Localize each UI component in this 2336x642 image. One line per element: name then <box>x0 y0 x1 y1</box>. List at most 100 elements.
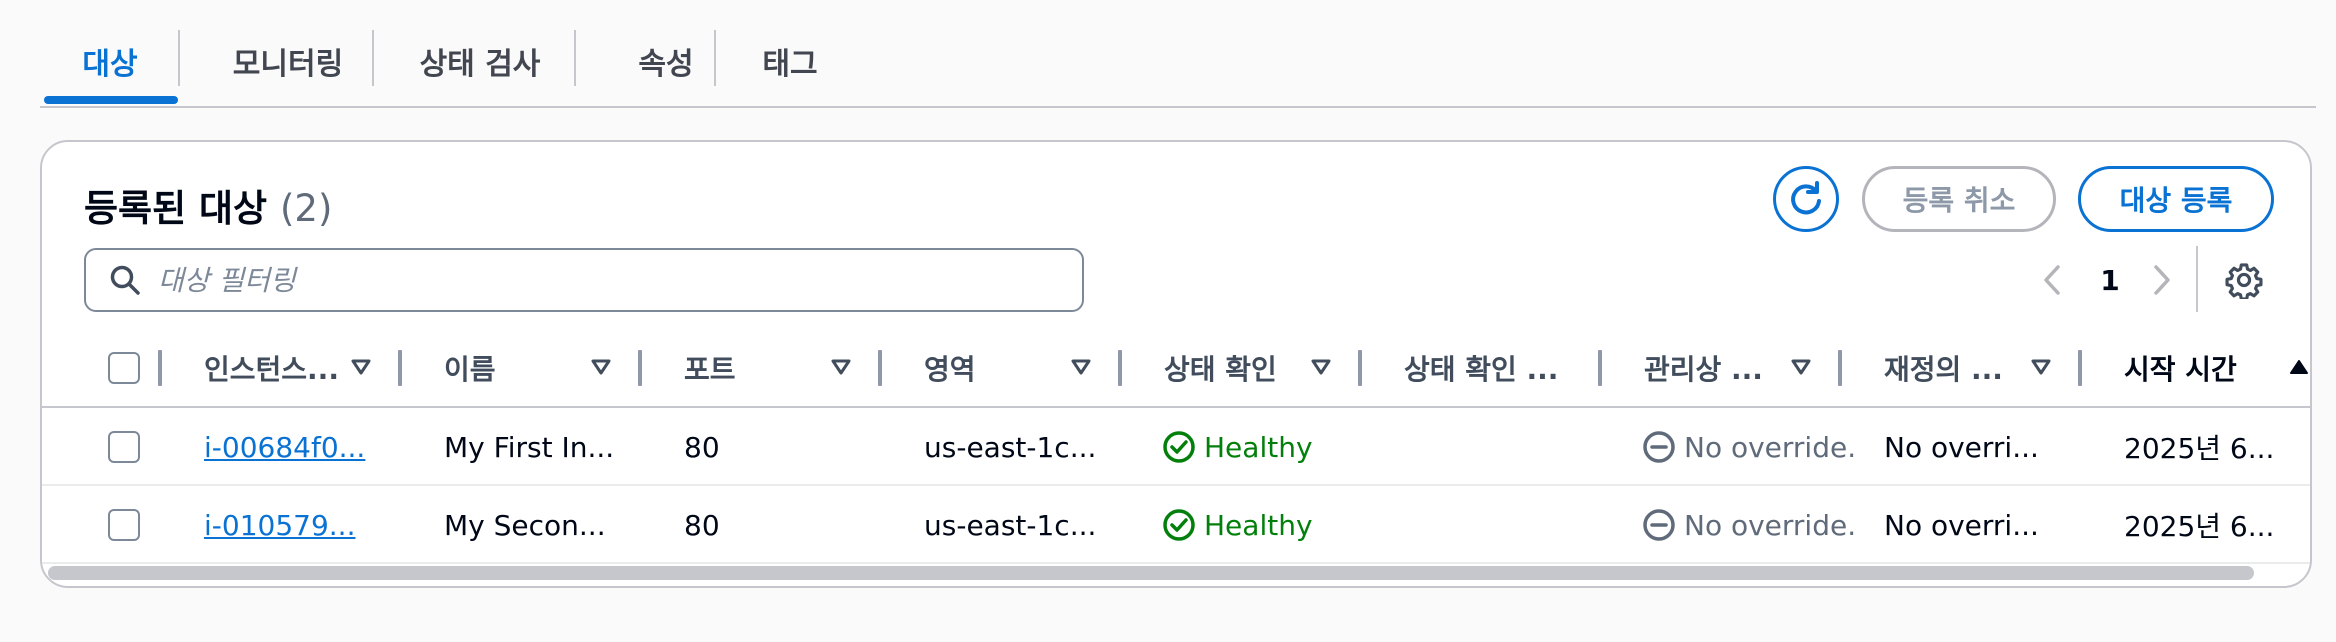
table-row: i-010579... My Secon... 80 us-east-1c...… <box>42 486 2310 564</box>
minus-circle-icon <box>1643 431 1675 463</box>
tab-health-checks[interactable]: 상태 검사 <box>400 38 560 84</box>
port-cell: 80 <box>684 508 720 542</box>
admin-state-cell: No override. <box>1642 486 1856 564</box>
tab-divider <box>714 30 716 86</box>
column-header-instance[interactable]: 인스턴스... <box>204 328 404 408</box>
column-resizer[interactable] <box>1598 350 1602 386</box>
select-all-checkbox[interactable] <box>108 352 140 384</box>
target-count: (2) <box>279 187 333 230</box>
row-checkbox-cell <box>108 486 140 564</box>
column-label: 인스턴스... <box>204 353 339 386</box>
column-resizer[interactable] <box>1118 350 1122 386</box>
column-label: 시작 시간 <box>2124 353 2237 386</box>
launch-time-cell: 2025년 6... <box>2124 432 2275 465</box>
instance-id-cell: i-010579... <box>204 486 355 564</box>
column-header-zone[interactable]: 영역 <box>924 328 1084 408</box>
sort-descending-icon[interactable] <box>350 356 372 378</box>
column-header-port[interactable]: 포트 <box>684 328 844 408</box>
table-preferences-button[interactable] <box>2222 258 2266 302</box>
column-header-launch-time[interactable]: 시작 시간 <box>2124 328 2274 408</box>
admin-state-cell: No override. <box>1642 408 1856 486</box>
horizontal-scrollbar[interactable] <box>48 566 2254 580</box>
sort-ascending-icon[interactable] <box>2288 356 2310 378</box>
column-label: 이름 <box>444 353 496 386</box>
instance-id-cell: i-00684f0... <box>204 408 365 486</box>
chevron-left-icon <box>2044 265 2060 295</box>
sort-descending-icon[interactable] <box>1070 356 1092 378</box>
health-status-text: Healthy <box>1204 508 1313 542</box>
column-resizer[interactable] <box>878 350 882 386</box>
panel-title-text: 등록된 대상 <box>84 187 268 230</box>
select-all-checkbox-cell <box>108 328 140 408</box>
filter-targets-input[interactable] <box>158 263 1038 297</box>
health-status-cell: Healthy <box>1162 408 1313 486</box>
next-page-button[interactable] <box>2142 256 2182 304</box>
registered-targets-panel: 등록된 대상 (2) 등록 취소 대상 등록 1 <box>40 140 2312 588</box>
health-status-cell: Healthy <box>1162 486 1313 564</box>
chevron-right-icon <box>2154 265 2170 295</box>
check-circle-icon <box>1163 431 1195 463</box>
register-targets-button[interactable]: 대상 등록 <box>2078 166 2274 232</box>
filter-search-box <box>84 248 1084 312</box>
sort-descending-icon[interactable] <box>2030 356 2052 378</box>
column-header-name[interactable]: 이름 <box>444 328 604 408</box>
column-label: 관리상 ... <box>1644 353 1763 386</box>
column-resizer[interactable] <box>398 350 402 386</box>
row-checkbox-cell <box>108 408 140 486</box>
panel-title: 등록된 대상 (2) <box>84 178 332 232</box>
table-row: i-00684f0... My First In... 80 us-east-1… <box>42 408 2310 486</box>
name-cell: My First In... <box>444 430 615 464</box>
admin-state-text: No override. <box>1684 508 1857 542</box>
column-label: 영역 <box>924 353 976 386</box>
row-checkbox[interactable] <box>108 431 140 463</box>
tab-bar: 대상 모니터링 상태 검사 속성 태그 <box>40 0 2316 108</box>
row-checkbox[interactable] <box>108 509 140 541</box>
column-header-health-status[interactable]: 상태 확인 <box>1164 328 1324 408</box>
column-label: 포트 <box>684 353 736 386</box>
instance-id-link[interactable]: i-00684f0... <box>204 431 365 464</box>
instance-id-link[interactable]: i-010579... <box>204 509 355 542</box>
column-label: 상태 확인 <box>1164 353 1277 386</box>
column-resizer[interactable] <box>1358 350 1362 386</box>
tab-monitoring[interactable]: 모니터링 <box>208 38 368 84</box>
tab-targets[interactable]: 대상 <box>40 38 180 84</box>
pagination-divider <box>2196 246 2198 312</box>
override-cell: No overri... <box>1884 430 2039 464</box>
tab-divider <box>574 30 576 86</box>
sort-descending-icon[interactable] <box>830 356 852 378</box>
column-label: 재정의 ... <box>1884 353 2003 386</box>
column-header-override[interactable]: 재정의 ... <box>1884 328 2044 408</box>
tab-attributes[interactable]: 속성 <box>606 38 726 84</box>
column-header-health-details[interactable]: 상태 확인 ... <box>1404 328 1594 408</box>
search-icon <box>108 263 142 297</box>
page-number[interactable]: 1 <box>2090 254 2130 306</box>
column-resizer[interactable] <box>158 350 162 386</box>
port-cell: 80 <box>684 430 720 464</box>
launch-time-cell: 2025년 6... <box>2124 510 2275 543</box>
refresh-button[interactable] <box>1773 166 1839 232</box>
column-resizer[interactable] <box>2078 350 2082 386</box>
tab-divider <box>178 30 180 86</box>
sort-descending-icon[interactable] <box>590 356 612 378</box>
column-resizer[interactable] <box>638 350 642 386</box>
override-cell: No overri... <box>1884 508 2039 542</box>
sort-descending-icon[interactable] <box>1790 356 1812 378</box>
refresh-icon <box>1791 181 1821 215</box>
column-resizer[interactable] <box>1838 350 1842 386</box>
health-status-text: Healthy <box>1204 430 1313 464</box>
active-tab-indicator <box>44 96 178 104</box>
table-header: 인스턴스... 이름 포트 영역 상태 확인 상태 확인 ... 관리상 ... <box>42 328 2310 408</box>
zone-cell: us-east-1c... <box>924 508 1097 542</box>
previous-page-button[interactable] <box>2032 256 2072 304</box>
tab-divider <box>372 30 374 86</box>
tab-tags[interactable]: 태그 <box>730 38 850 84</box>
zone-cell: us-east-1c... <box>924 430 1097 464</box>
column-header-admin-state[interactable]: 관리상 ... <box>1644 328 1804 408</box>
name-cell: My Secon... <box>444 508 606 542</box>
deregister-button[interactable]: 등록 취소 <box>1862 166 2056 232</box>
gear-icon <box>2225 263 2263 299</box>
check-circle-icon <box>1163 509 1195 541</box>
minus-circle-icon <box>1643 509 1675 541</box>
sort-descending-icon[interactable] <box>1310 356 1332 378</box>
admin-state-text: No override. <box>1684 430 1857 464</box>
